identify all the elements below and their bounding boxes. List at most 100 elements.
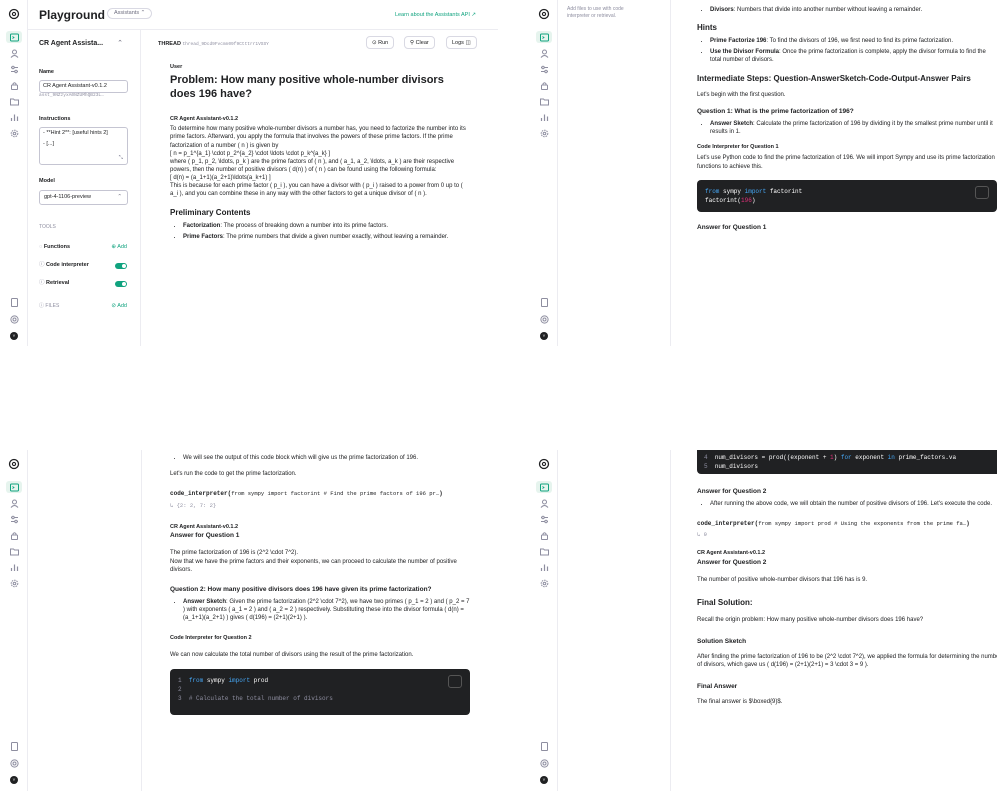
files-nav-icon[interactable] <box>6 95 22 107</box>
help-nav-icon[interactable] <box>6 313 22 325</box>
assistants-nav-icon[interactable] <box>6 47 22 59</box>
api-keys-nav-icon[interactable] <box>536 79 552 91</box>
code-token: ) <box>751 196 756 204</box>
code-interpreter-call[interactable]: code_interpreter(from sympy import prod … <box>697 520 997 528</box>
run-button[interactable]: ⊙ Run <box>366 36 395 49</box>
help-nav-icon[interactable] <box>536 757 552 769</box>
function-name: code_interpreter( <box>697 519 759 527</box>
name-label: Name <box>39 69 54 75</box>
add-function-button[interactable]: ⊕ Add <box>111 244 127 251</box>
assistants-nav-icon[interactable] <box>536 497 552 509</box>
settings-nav-icon[interactable] <box>536 127 552 139</box>
playground-nav-icon[interactable] <box>6 31 22 43</box>
definition: : To find the divisors of 196, we first … <box>766 37 954 44</box>
assistants-nav-icon[interactable] <box>536 47 552 59</box>
code-token: sympy <box>203 676 229 684</box>
playground-nav-icon[interactable] <box>536 481 552 493</box>
list-item: Answer Sketch: Given the prime factoriza… <box>183 598 470 622</box>
retrieval-label: Retrieval <box>46 280 70 286</box>
fine-tuning-nav-icon[interactable] <box>6 513 22 525</box>
term: Divisors <box>710 7 734 13</box>
clear-button[interactable]: ⚲ Clear <box>404 36 435 49</box>
code-interpreter-call[interactable]: code_interpreter(from sympy import facto… <box>170 490 470 498</box>
model-select[interactable]: gpt-4-1106-preview ⌃ <box>39 190 128 206</box>
files-nav-icon[interactable] <box>536 545 552 557</box>
mode-selector[interactable]: Assistants ⌃ <box>107 8 153 20</box>
openai-logo-icon[interactable] <box>536 8 552 20</box>
sketch-list: Answer Sketch: Calculate the prime facto… <box>697 120 997 136</box>
thread-messages: User Problem: How many positive whole-nu… <box>170 64 470 241</box>
function-name: code_interpreter( <box>170 490 232 498</box>
user-avatar[interactable]: Y <box>536 330 552 342</box>
paragraph: The number of positive whole-number divi… <box>697 576 868 583</box>
add-label: Add <box>117 244 127 250</box>
usage-nav-icon[interactable] <box>6 111 22 123</box>
definition: : The process of breaking down a number … <box>220 222 388 229</box>
ci-heading: Code Interpreter for Question 1 <box>697 144 779 151</box>
fine-tuning-nav-icon[interactable] <box>536 513 552 525</box>
files-nav-icon[interactable] <box>6 545 22 557</box>
docs-nav-icon[interactable] <box>536 740 552 752</box>
playground-nav-icon[interactable] <box>536 31 552 43</box>
code-interpreter-toggle[interactable] <box>115 263 127 269</box>
code-token: exponent <box>851 454 888 461</box>
tools-heading: TOOLS <box>39 224 56 230</box>
playground-panel-2: Y Add files to use with code interpreter… <box>530 0 997 346</box>
logs-button[interactable]: Logs ◫ <box>446 36 477 49</box>
playground-nav-icon[interactable] <box>6 481 22 493</box>
assistant-selector[interactable]: CR Agent Assista... ⌃ <box>39 39 131 48</box>
code-token: prod <box>250 676 269 684</box>
api-keys-nav-icon[interactable] <box>6 79 22 91</box>
fine-tuning-nav-icon[interactable] <box>536 63 552 75</box>
user-avatar[interactable]: Y <box>536 774 552 786</box>
page-title: Playground <box>39 8 106 22</box>
fine-tuning-nav-icon[interactable] <box>6 63 22 75</box>
copy-icon[interactable] <box>975 185 989 199</box>
assistants-api-link[interactable]: Learn about the Assistants API ↗ <box>395 12 476 19</box>
settings-nav-icon[interactable] <box>536 577 552 589</box>
settings-nav-icon[interactable] <box>6 127 22 139</box>
openai-logo-icon[interactable] <box>6 458 22 470</box>
docs-nav-icon[interactable] <box>6 296 22 308</box>
code-token: factorint <box>766 187 803 195</box>
assistant-sidebar: CR Agent Assista... ⌃ Name CR Agent Assis… <box>28 30 141 346</box>
user-role-label: User <box>170 64 183 70</box>
api-keys-nav-icon[interactable] <box>6 529 22 541</box>
add-file-button[interactable]: ⊘ Add <box>111 303 127 310</box>
user-avatar[interactable]: Y <box>6 330 22 342</box>
api-keys-nav-icon[interactable] <box>536 529 552 541</box>
add-label: Add <box>117 303 127 309</box>
retrieval-row: ⓘ Retrieval <box>39 280 127 287</box>
retrieval-toggle[interactable] <box>115 281 127 287</box>
settings-nav-icon[interactable] <box>6 577 22 589</box>
thread-id: thread_9Dcd9Fvcmn09f9Ctttrr1VSSY <box>182 42 269 47</box>
intro-paragraph: To determine how many positive whole-num… <box>170 126 466 149</box>
code-output: ↳ {2: 2, 7: 2} <box>170 502 217 510</box>
usage-nav-icon[interactable] <box>6 561 22 573</box>
openai-logo-icon[interactable] <box>536 458 552 470</box>
help-nav-icon[interactable] <box>6 757 22 769</box>
user-avatar[interactable]: Y <box>6 774 22 786</box>
sidebar-divider <box>670 0 671 346</box>
usage-nav-icon[interactable] <box>536 111 552 123</box>
assistants-nav-icon[interactable] <box>6 497 22 509</box>
toggle-off-icon: ◌ <box>39 244 43 250</box>
files-nav-icon[interactable] <box>536 95 552 107</box>
usage-nav-icon[interactable] <box>536 561 552 573</box>
copy-icon[interactable] <box>448 674 462 688</box>
nav-rail: Y <box>530 450 558 791</box>
nav-rail: Y <box>530 0 558 346</box>
code-block: 1 from sympy import prod 2 3 # Calculate… <box>170 668 470 715</box>
section-heading: Intermediate Steps: Question-AnswerSketc… <box>697 74 971 84</box>
docs-nav-icon[interactable] <box>536 296 552 308</box>
paragraph: The final answer is $\boxed{9}$. <box>697 699 783 706</box>
code-token: num_divisors = prod((exponent + <box>714 454 831 461</box>
name-input[interactable]: CR Agent Assistant-v0.1.2 <box>39 80 128 94</box>
instructions-textarea[interactable]: - **Hint 2**: [useful hints 2] - [...] ⤡ <box>39 127 128 165</box>
help-nav-icon[interactable] <box>536 313 552 325</box>
chevron-updown-icon: ⌃ <box>140 10 146 16</box>
sidebar-divider <box>141 450 142 791</box>
docs-nav-icon[interactable] <box>6 740 22 752</box>
openai-logo-icon[interactable] <box>6 8 22 20</box>
definition: : The prime numbers that divide a given … <box>223 234 449 241</box>
